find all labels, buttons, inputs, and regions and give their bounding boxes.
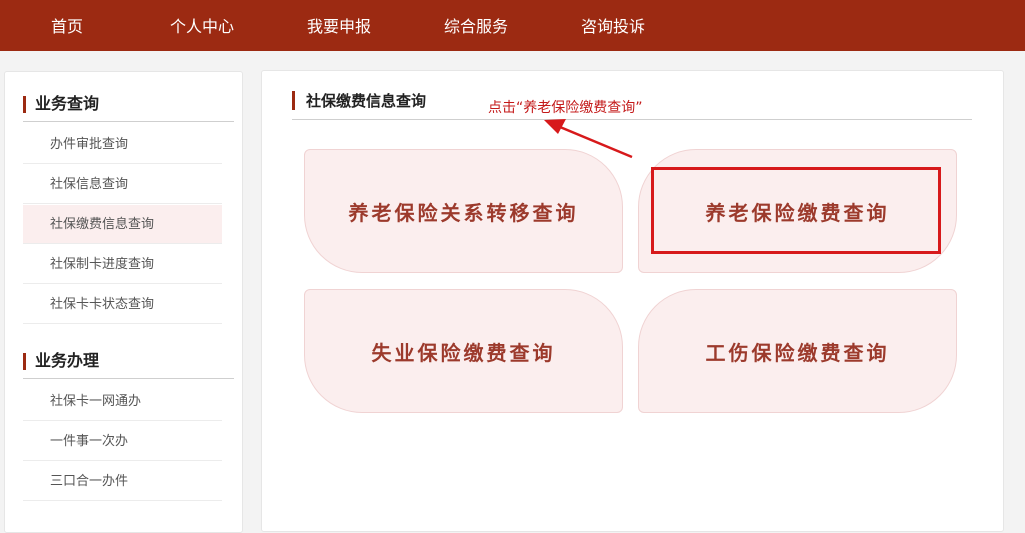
- annotation-arrow-icon: [544, 119, 633, 159]
